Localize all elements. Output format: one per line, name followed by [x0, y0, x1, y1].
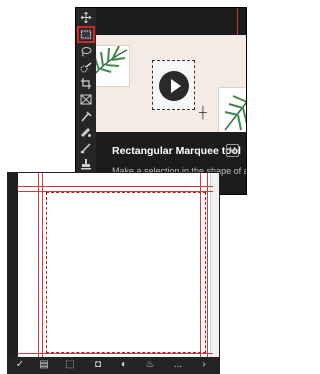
rectangular-marquee-tool-icon[interactable] [77, 26, 95, 43]
lasso-tool-icon[interactable] [80, 46, 92, 57]
tool-preview-animation: ┼ [96, 35, 246, 132]
shortcut-key-badge: M [226, 144, 239, 157]
marquee-selection[interactable] [46, 192, 206, 353]
guide-line-vertical [38, 173, 39, 363]
tool-tooltip-panel: ┼ Rectangular Marquee tool M Make a sele… [75, 7, 247, 195]
crop-tool-icon[interactable] [80, 78, 92, 89]
canvas-window[interactable]: ✓ ▤ ⬚ ◘ ◐ ♨ ... › [7, 172, 220, 374]
quick-selection-tool-icon[interactable] [80, 62, 92, 73]
left-panel-edge [8, 173, 18, 373]
guide-line-vertical [207, 173, 208, 363]
toolbar [76, 8, 96, 194]
guide-line-vertical [42, 173, 43, 363]
frame-tool-icon[interactable] [80, 94, 92, 105]
marquee-selection-preview [152, 60, 195, 110]
guide-line [237, 8, 238, 36]
adjustment-icon[interactable]: ◐ [118, 359, 130, 371]
eyedropper-tool-icon[interactable] [80, 111, 92, 122]
spot-healing-brush-tool-icon[interactable] [80, 127, 92, 138]
thumbnail-right [218, 87, 246, 132]
crosshair-cursor-icon: ┼ [199, 107, 207, 119]
chevron-right-icon[interactable]: › [198, 359, 210, 371]
palm-leaf-image [96, 45, 128, 74]
play-icon[interactable] [159, 71, 189, 101]
brush-tool-icon[interactable] [80, 143, 92, 154]
guide-line-horizontal [18, 186, 213, 187]
clone-stamp-tool-icon[interactable] [80, 159, 92, 170]
bucket-icon[interactable]: ♨ [144, 359, 156, 371]
layers-icon[interactable]: ▤ [38, 359, 50, 371]
bottom-toolbar: ✓ ▤ ⬚ ◘ ◐ ♨ ... › [8, 357, 219, 373]
palm-leaf-image [224, 95, 246, 131]
guide-line-horizontal [18, 353, 213, 354]
vertical-scrollbar[interactable] [210, 173, 219, 373]
thumbnail-left [96, 45, 130, 87]
tooltip-title: Rectangular Marquee tool [112, 145, 241, 157]
more-icon[interactable]: ... [172, 359, 184, 371]
marquee-icon[interactable]: ⬚ [64, 359, 76, 371]
move-tool-icon[interactable] [80, 12, 92, 23]
brush-icon[interactable]: ✓ [14, 359, 26, 371]
mask-icon[interactable]: ◘ [92, 359, 104, 371]
